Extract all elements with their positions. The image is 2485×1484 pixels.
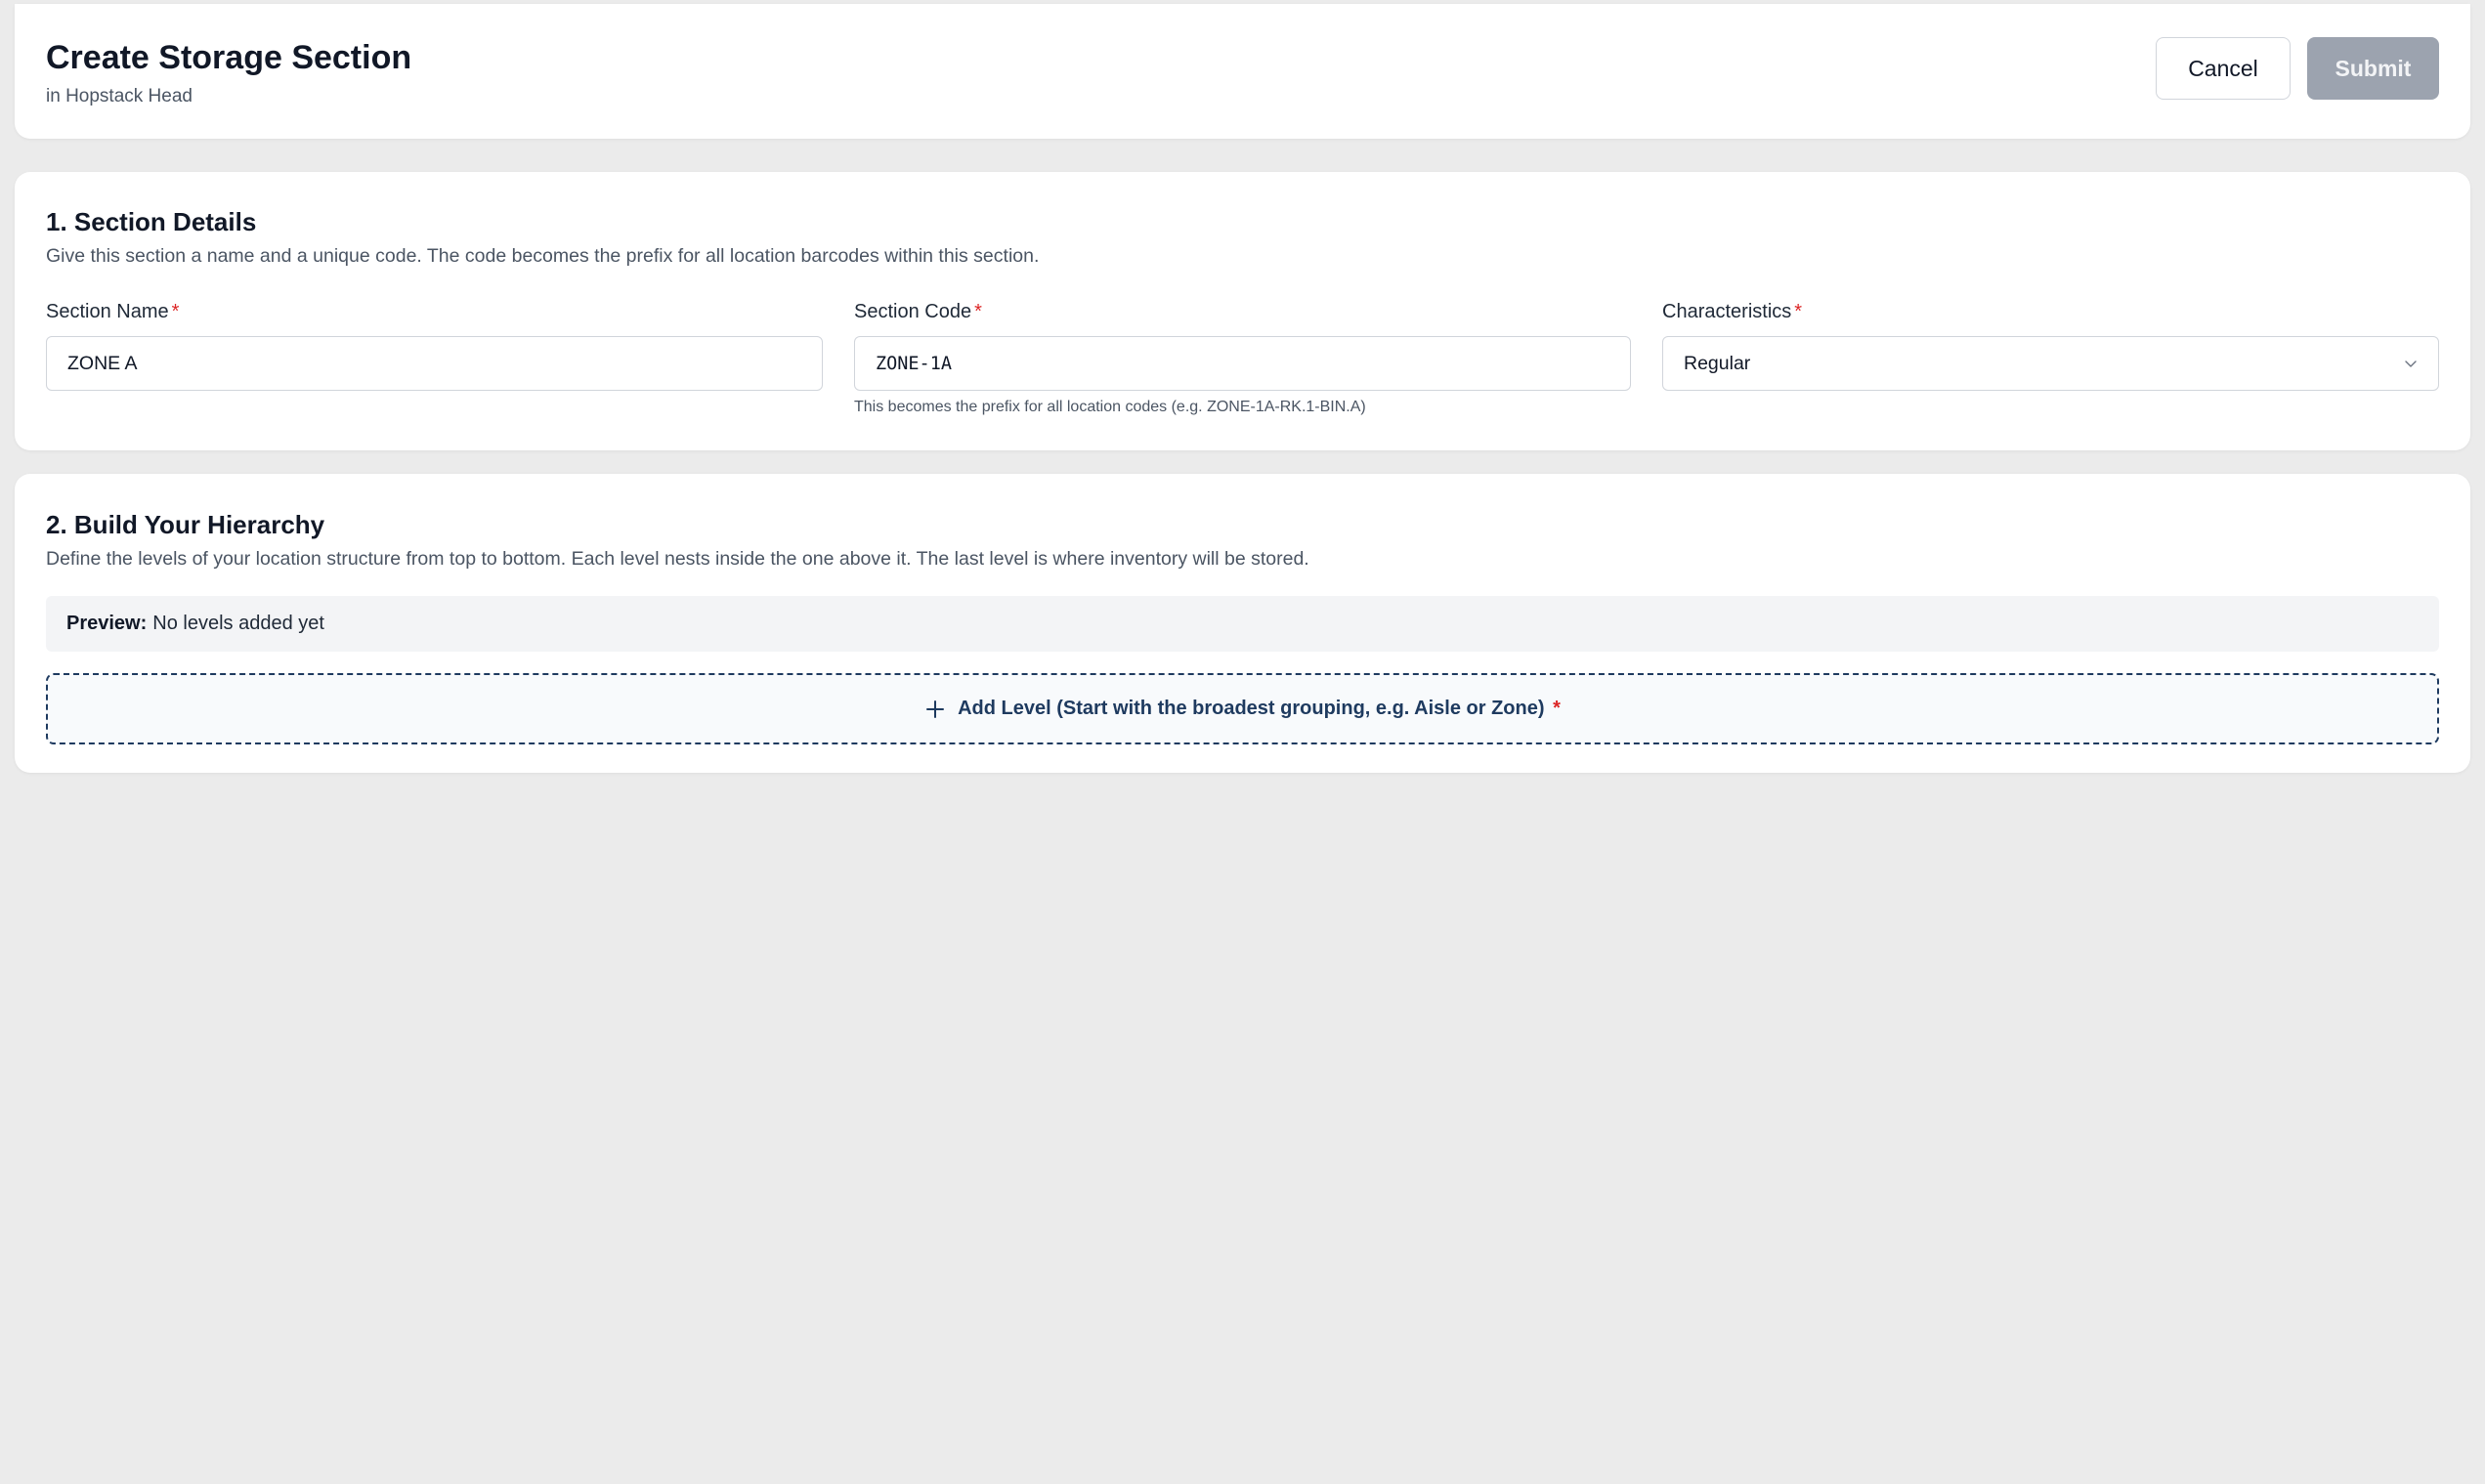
section-details-description: Give this section a name and a unique co…	[46, 245, 1040, 267]
section-details-fields: Section Name * ZONE A Section Code * ZONE-…	[46, 299, 2439, 418]
add-level-label-text: Add Level (Start with the broadest group…	[958, 698, 1545, 719]
add-level-button[interactable]: Add Level (Start with the broadest group…	[46, 673, 2439, 744]
section-name-label: Section Name *	[46, 299, 823, 324]
section-name-value: ZONE A	[67, 352, 138, 374]
hierarchy-card: 2. Build Your Hierarchy Define the level…	[15, 474, 2470, 773]
required-mark: *	[1794, 301, 1803, 322]
characteristics-label-text: Characteristics	[1662, 301, 1792, 322]
required-mark: *	[1553, 698, 1561, 719]
section-code-field-group: Section Code * ZONE-1A This becomes the p…	[854, 299, 1631, 418]
plus-icon	[926, 700, 945, 718]
section-code-hint: This becomes the prefix for all location…	[854, 399, 1366, 415]
cancel-button[interactable]: Cancel	[2156, 37, 2291, 100]
preview-label: Preview:	[66, 613, 148, 634]
header-actions: Cancel Submit	[2156, 37, 2439, 100]
chevron-down-icon	[2405, 360, 2417, 367]
header-text: Create Storage Section in Hopstack Head	[46, 35, 411, 109]
characteristics-selected-value: Regular	[1684, 352, 1751, 374]
hierarchy-description: Define the levels of your location struc…	[46, 548, 1309, 570]
required-mark: *	[171, 301, 180, 322]
section-details-card: 1. Section Details Give this section a n…	[15, 172, 2470, 450]
hierarchy-preview: Preview: No levels added yet	[46, 596, 2439, 652]
section-code-label: Section Code *	[854, 299, 1631, 324]
section-code-label-text: Section Code	[854, 301, 972, 322]
section-code-input[interactable]: ZONE-1A	[854, 336, 1631, 391]
page-subtitle: in Hopstack Head	[46, 86, 193, 106]
page: Create Storage Section in Hopstack Head …	[0, 0, 2485, 1484]
required-mark: *	[974, 301, 982, 322]
add-level-label: Add Level (Start with the broadest group…	[958, 698, 1561, 720]
page-header: Create Storage Section in Hopstack Head …	[15, 4, 2470, 139]
characteristics-select[interactable]: Regular	[1662, 336, 2439, 391]
characteristics-label: Characteristics *	[1662, 299, 2439, 324]
section-name-label-text: Section Name	[46, 301, 169, 322]
characteristics-field-group: Characteristics * Regular	[1662, 299, 2439, 418]
section-name-input[interactable]: ZONE A	[46, 336, 823, 391]
page-title: Create Storage Section	[46, 39, 412, 76]
preview-value: No levels added yet	[152, 613, 324, 634]
hierarchy-title: 2. Build Your Hierarchy	[46, 510, 325, 539]
section-name-field-group: Section Name * ZONE A	[46, 299, 823, 418]
section-code-value: ZONE-1A	[876, 353, 952, 374]
submit-button[interactable]: Submit	[2307, 37, 2439, 100]
section-details-title: 1. Section Details	[46, 207, 257, 236]
